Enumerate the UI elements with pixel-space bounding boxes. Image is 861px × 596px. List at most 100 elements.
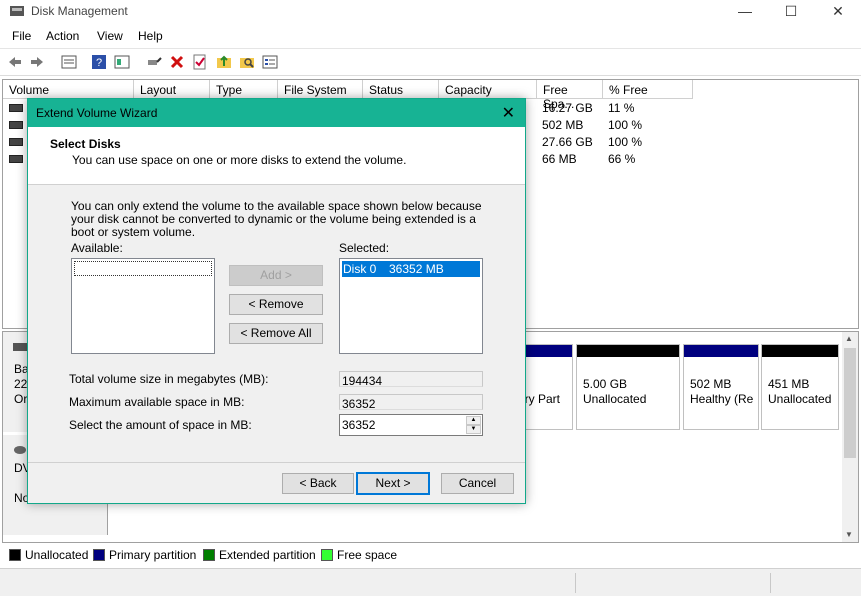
volume-drive-icon: [9, 155, 23, 163]
svg-text:?: ?: [96, 57, 102, 69]
selected-disk-name: Disk 0: [343, 262, 377, 276]
dialog-info-text: You can only extend the volume to the av…: [71, 199, 482, 239]
dialog-title: Extend Volume Wizard: [36, 106, 158, 120]
dialog-header: Select Disks You can use space on one or…: [28, 127, 525, 185]
unallocated-bar: [577, 345, 679, 357]
column-layout[interactable]: Layout: [134, 80, 210, 99]
column-status[interactable]: Status: [363, 80, 439, 99]
partition-unallocated-2[interactable]: 451 MB Unallocated: [761, 344, 839, 430]
forward-arrow-icon[interactable]: [29, 54, 45, 70]
free-space-cell: 66 MB: [542, 152, 577, 166]
next-button[interactable]: Next >: [356, 472, 430, 495]
column-capacity[interactable]: Capacity: [439, 80, 537, 99]
remove-all-button[interactable]: < Remove All: [229, 323, 323, 344]
folder-up-icon[interactable]: [216, 54, 232, 70]
list-focus-item: [74, 261, 212, 276]
disk-0-line3: Or: [14, 392, 28, 406]
back-button[interactable]: < Back: [282, 473, 354, 494]
selected-disks-list[interactable]: Disk 0 36352 MB: [339, 258, 483, 354]
column-type[interactable]: Type: [210, 80, 278, 99]
connect-icon[interactable]: [146, 54, 162, 70]
percent-free-cell: 100 %: [608, 118, 643, 132]
dialog-subheading: You can use space on one or more disks t…: [72, 153, 407, 167]
cancel-button[interactable]: Cancel: [441, 473, 514, 494]
partition-line2: Unallocated: [583, 392, 647, 406]
legend-swatch-extended: [203, 549, 215, 561]
dialog-close-icon[interactable]: ✕: [502, 103, 515, 123]
vertical-scrollbar[interactable]: ▲ ▼: [842, 332, 858, 542]
help-icon[interactable]: ?: [91, 54, 107, 70]
legend-extended: Extended partition: [219, 548, 316, 562]
add-button[interactable]: Add >: [229, 265, 323, 286]
dialog-heading: Select Disks: [50, 137, 121, 151]
menu-file[interactable]: File: [12, 29, 31, 43]
partition-line2: Healthy (Re: [690, 392, 754, 406]
selected-disk-size: 36352 MB: [389, 262, 444, 276]
status-bar: [0, 568, 861, 596]
column-percent-free[interactable]: % Free: [603, 80, 693, 99]
minimize-button[interactable]: —: [722, 0, 768, 24]
amount-input[interactable]: [342, 418, 462, 432]
title-bar: Disk Management — ☐ ✕: [0, 0, 861, 24]
legend-primary: Primary partition: [109, 548, 197, 562]
unallocated-bar: [762, 345, 838, 357]
available-disks-list[interactable]: [71, 258, 215, 354]
legend-swatch-unallocated: [9, 549, 21, 561]
disk-icon: [13, 343, 27, 351]
column-volume[interactable]: Volume: [3, 80, 134, 99]
remove-button[interactable]: < Remove: [229, 294, 323, 315]
column-file-system[interactable]: File System: [278, 80, 363, 99]
legend-swatch-primary: [93, 549, 105, 561]
volume-drive-icon: [9, 104, 23, 112]
total-size-value: 194434: [339, 371, 483, 388]
free-space-cell: 16.27 GB: [542, 101, 593, 115]
primary-partition-bar: [684, 345, 758, 357]
percent-free-cell: 100 %: [608, 135, 643, 149]
back-arrow-icon[interactable]: [7, 54, 23, 70]
status-divider: [575, 573, 576, 593]
scroll-thumb[interactable]: [844, 348, 856, 458]
spin-down-icon[interactable]: ▼: [466, 425, 481, 434]
close-button[interactable]: ✕: [815, 0, 861, 24]
maximize-button[interactable]: ☐: [768, 0, 814, 24]
window-title: Disk Management: [31, 4, 128, 18]
free-space-cell: 27.66 GB: [542, 135, 593, 149]
menu-view[interactable]: View: [97, 29, 123, 43]
toolbar: ?: [0, 48, 861, 76]
menu-bar: File Action View Help: [0, 26, 861, 47]
max-space-value: 36352: [339, 394, 483, 411]
total-size-label: Total volume size in megabytes (MB):: [69, 372, 269, 386]
disk-0-line2: 22: [14, 377, 28, 391]
disk-management-icon: [10, 6, 24, 16]
scroll-down-icon[interactable]: ▼: [845, 530, 853, 539]
amount-spinner[interactable]: ▲ ▼: [339, 414, 483, 436]
partition-line1: 502 MB: [690, 377, 732, 391]
dialog-separator: [28, 462, 525, 463]
menu-help[interactable]: Help: [138, 29, 163, 43]
volume-drive-icon: [9, 121, 23, 129]
legend: Unallocated Primary partition Extended p…: [2, 545, 859, 567]
legend-unallocated: Unallocated: [25, 548, 89, 562]
available-label: Available:: [71, 241, 123, 255]
volume-drive-icon: [9, 138, 23, 146]
amount-label: Select the amount of space in MB:: [69, 418, 252, 432]
max-space-label: Maximum available space in MB:: [69, 395, 245, 409]
extend-volume-wizard: Extend Volume Wizard ✕ Select Disks You …: [27, 98, 526, 504]
console-tree-icon[interactable]: [114, 54, 130, 70]
menu-action[interactable]: Action: [46, 29, 79, 43]
free-space-cell: 502 MB: [542, 118, 584, 132]
delete-icon[interactable]: [169, 54, 185, 70]
column-free-space[interactable]: Free Spa...: [537, 80, 603, 111]
checklist-icon[interactable]: [192, 54, 208, 70]
partition-unallocated-1[interactable]: 5.00 GB Unallocated: [576, 344, 680, 430]
list-item[interactable]: Disk 0 36352 MB: [342, 261, 480, 277]
folder-search-icon[interactable]: [239, 54, 255, 70]
selected-label: Selected:: [339, 241, 390, 255]
partition-recovery[interactable]: 502 MB Healthy (Re: [683, 344, 759, 430]
spin-up-icon[interactable]: ▲: [466, 416, 481, 425]
settings-list-icon[interactable]: [262, 54, 278, 70]
scroll-up-icon[interactable]: ▲: [845, 334, 853, 343]
status-divider: [770, 573, 771, 593]
properties-list-icon[interactable]: [61, 54, 77, 70]
dialog-title-bar: Extend Volume Wizard ✕: [28, 99, 525, 127]
